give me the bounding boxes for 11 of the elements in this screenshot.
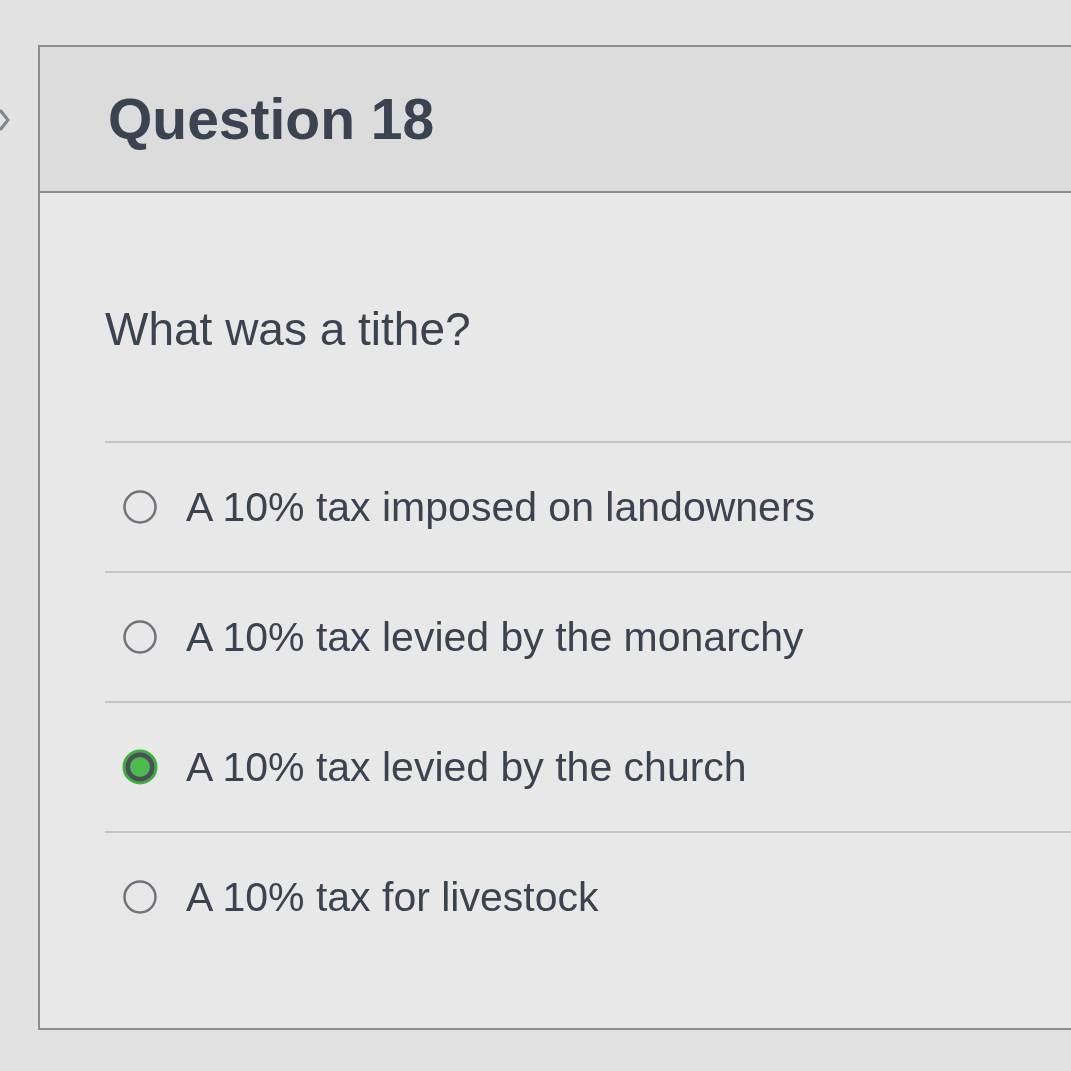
answer-option[interactable]: A 10% tax for livestock (186, 872, 599, 922)
answer-option[interactable]: A 10% tax imposed on landowners (186, 482, 816, 532)
question-title: Question 18 (108, 86, 435, 152)
radio-button[interactable] (122, 489, 158, 525)
radio-button[interactable] (122, 619, 158, 655)
radio-button[interactable] (122, 749, 158, 785)
radio-button[interactable] (122, 879, 158, 915)
answer-option[interactable]: A 10% tax levied by the monarchy (186, 612, 804, 662)
question-text: What was a tithe? (105, 302, 471, 357)
answer-option[interactable]: A 10% tax levied by the church (186, 742, 747, 792)
chevron-icon[interactable] (0, 108, 10, 132)
